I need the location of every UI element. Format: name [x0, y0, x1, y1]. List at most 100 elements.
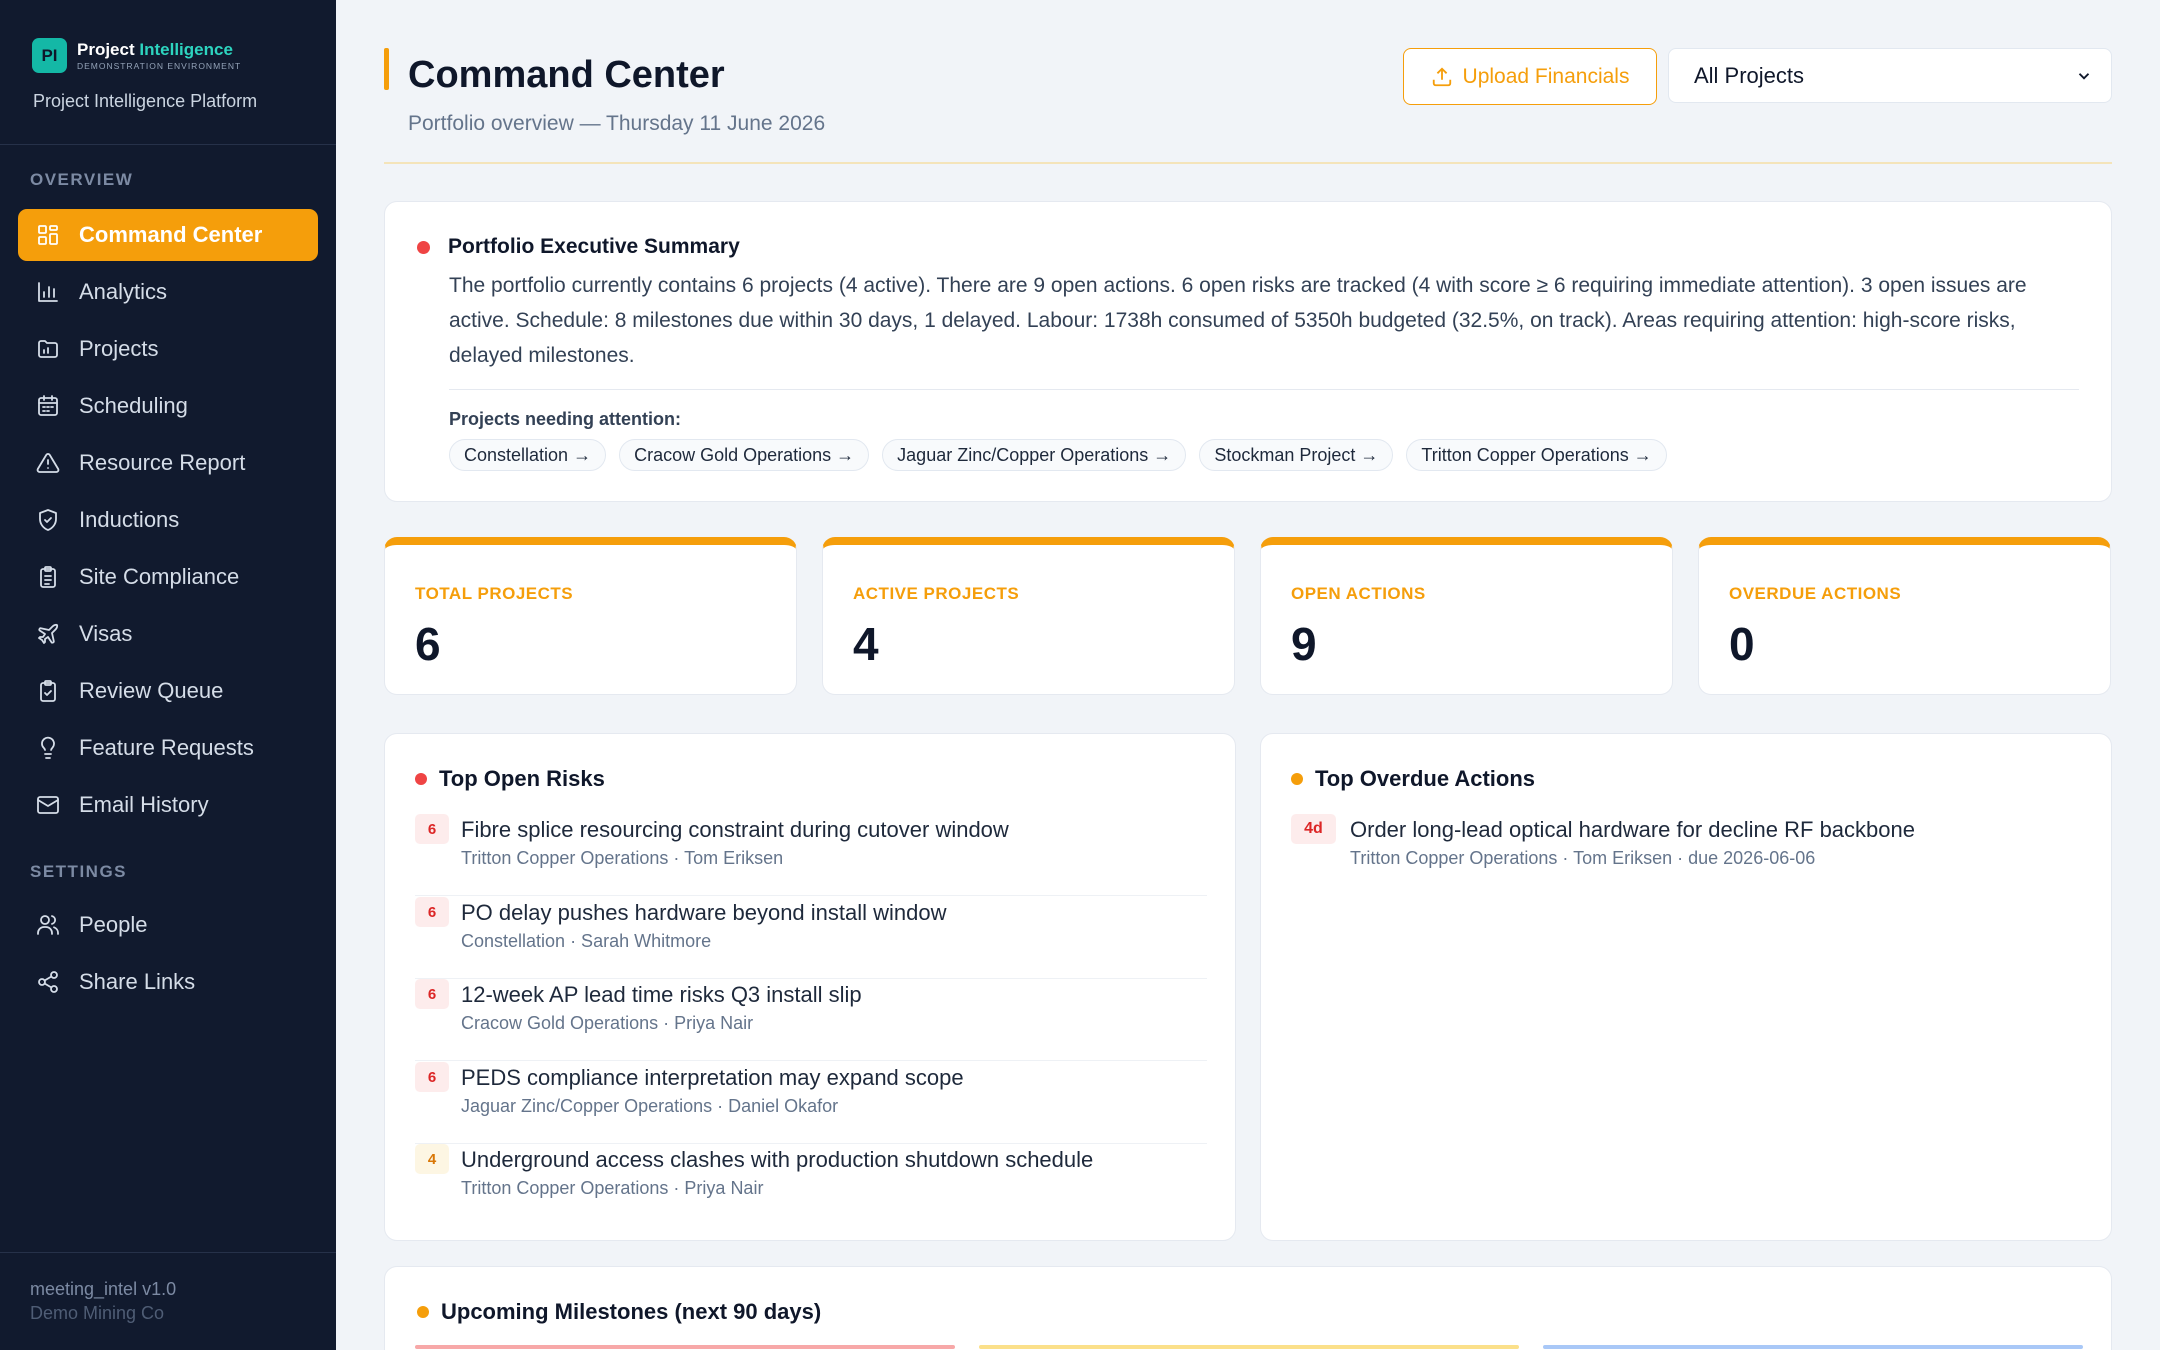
sidebar-item-resource-report[interactable]: Resource Report: [18, 437, 318, 489]
upload-financials-button[interactable]: Upload Financials: [1403, 48, 1657, 105]
sidebar-item-analytics[interactable]: Analytics: [18, 266, 318, 318]
sidebar-item-label: Projects: [79, 336, 159, 361]
sidebar-item-people[interactable]: People: [18, 899, 318, 951]
users-icon: [36, 913, 60, 937]
project-chip-tritton[interactable]: Tritton Copper Operations →: [1406, 439, 1667, 471]
sidebar-item-label: Share Links: [79, 969, 196, 994]
milestone-column-bar: [979, 1345, 1519, 1349]
clipboard-check-icon: [36, 679, 60, 703]
upcoming-milestones-heading: Upcoming Milestones (next 90 days): [441, 1299, 822, 1324]
sidebar-item-share-links[interactable]: Share Links: [18, 956, 318, 1008]
sidebar-item-projects[interactable]: Projects: [18, 323, 318, 375]
stat-value: 0: [1729, 618, 1755, 670]
brand[interactable]: PI Project Intelligence DEMONSTRATION EN…: [32, 38, 241, 73]
risk-title: Underground access clashes with producti…: [461, 1147, 1094, 1172]
executive-summary-title: Portfolio Executive Summary: [417, 235, 740, 259]
sidebar-item-inductions[interactable]: Inductions: [18, 494, 318, 546]
app-version: meeting_intel v1.0: [30, 1279, 177, 1299]
risk-score-badge: 4: [415, 1144, 449, 1174]
sidebar-item-site-compliance[interactable]: Site Compliance: [18, 551, 318, 603]
risk-score-badge: 6: [415, 897, 449, 927]
attention-label: Projects needing attention:: [449, 409, 682, 429]
stat-open-actions[interactable]: OPEN ACTIONS 9: [1260, 537, 1673, 695]
risk-score-badge: 6: [415, 814, 449, 844]
sidebar-item-label: People: [79, 912, 148, 937]
brand-name-part1: Project: [77, 39, 135, 59]
page-subtitle: Portfolio overview — Thursday 11 June 20…: [408, 112, 826, 135]
risk-item[interactable]: 6 PO delay pushes hardware beyond instal…: [415, 897, 1207, 979]
action-meta: Tritton Copper Operations · Tom Eriksen …: [1350, 848, 1816, 868]
upload-financials-label: Upload Financials: [1462, 64, 1630, 88]
stat-total-projects[interactable]: TOTAL PROJECTS 6: [384, 537, 797, 695]
risk-title: PO delay pushes hardware beyond install …: [461, 900, 947, 925]
top-overdue-actions-heading: Top Overdue Actions: [1315, 766, 1536, 791]
page-title: Command Center: [408, 54, 725, 96]
top-open-risks-title: Top Open Risks: [415, 766, 605, 792]
sidebar-item-label: Feature Requests: [79, 735, 254, 760]
share-icon: [36, 970, 60, 994]
stat-label: ACTIVE PROJECTS: [853, 584, 1020, 603]
overdue-action-item[interactable]: 4d Order long-lead optical hardware for …: [1291, 814, 2083, 896]
risk-item[interactable]: 4 Underground access clashes with produc…: [415, 1144, 1207, 1226]
sidebar-item-label: Command Center: [79, 222, 263, 247]
sidebar: PI Project Intelligence DEMONSTRATION EN…: [0, 0, 336, 1350]
risk-score-badge: 6: [415, 979, 449, 1009]
risk-item[interactable]: 6 Fibre splice resourcing constraint dur…: [415, 814, 1207, 896]
overdue-days-badge: 4d: [1291, 814, 1336, 844]
lightbulb-icon: [36, 736, 60, 760]
company-name: Demo Mining Co: [30, 1303, 165, 1323]
brand-logo: PI: [32, 38, 67, 73]
project-filter-value: All Projects: [1694, 62, 1805, 88]
sidebar-item-label: Visas: [79, 621, 133, 646]
project-chip-stockman[interactable]: Stockman Project →: [1199, 439, 1394, 471]
folder-icon: [36, 337, 60, 361]
sidebar-item-visas[interactable]: Visas: [18, 608, 318, 660]
project-chip-cracow[interactable]: Cracow Gold Operations →: [619, 439, 870, 471]
risk-meta: Constellation · Sarah Whitmore: [461, 931, 712, 951]
attention-projects: Constellation → Cracow Gold Operations →…: [449, 439, 1680, 471]
sidebar-item-feature-requests[interactable]: Feature Requests: [18, 722, 318, 774]
chevron-down-icon: [2078, 72, 2090, 80]
brand-name: Project Intelligence: [77, 41, 241, 58]
risk-title: 12-week AP lead time risks Q3 install sl…: [461, 982, 862, 1007]
stat-label: OPEN ACTIONS: [1291, 584, 1426, 603]
clipboard-icon: [36, 565, 60, 589]
project-chip-jaguar[interactable]: Jaguar Zinc/Copper Operations →: [882, 439, 1187, 471]
header-divider: [384, 162, 2112, 164]
status-dot-icon: [417, 1306, 429, 1318]
risk-meta: Cracow Gold Operations · Priya Nair: [461, 1013, 754, 1033]
sidebar-item-review-queue[interactable]: Review Queue: [18, 665, 318, 717]
sidebar-item-label: Inductions: [79, 507, 180, 532]
warning-triangle-icon: [36, 451, 60, 475]
risk-item[interactable]: 6 12-week AP lead time risks Q3 install …: [415, 979, 1207, 1061]
stat-value: 6: [415, 618, 441, 670]
executive-summary-text: The portfolio currently contains 6 proje…: [449, 274, 2027, 367]
stat-active-projects[interactable]: ACTIVE PROJECTS 4: [822, 537, 1235, 695]
stat-label: OVERDUE ACTIONS: [1729, 584, 1902, 603]
project-filter-select[interactable]: All Projects: [1668, 48, 2112, 103]
sidebar-section-overview: OVERVIEW: [30, 170, 134, 189]
calendar-icon: [36, 394, 60, 418]
dashboard-icon: [36, 223, 60, 247]
risk-meta: Tritton Copper Operations · Tom Eriksen: [461, 848, 784, 868]
executive-summary-card: Portfolio Executive Summary The portfoli…: [384, 201, 2112, 502]
sidebar-item-email-history[interactable]: Email History: [18, 779, 318, 831]
top-open-risks-heading: Top Open Risks: [439, 766, 605, 791]
action-title: Order long-lead optical hardware for dec…: [1350, 817, 1915, 842]
platform-name: Project Intelligence Platform: [33, 91, 258, 111]
status-dot-icon: [415, 773, 427, 785]
sidebar-item-label: Email History: [79, 792, 209, 817]
sidebar-item-label: Scheduling: [79, 393, 188, 418]
risk-item[interactable]: 6 PEDS compliance interpretation may exp…: [415, 1062, 1207, 1144]
executive-summary-heading: Portfolio Executive Summary: [448, 235, 740, 258]
stat-value: 9: [1291, 618, 1317, 670]
risk-title: Fibre splice resourcing constraint durin…: [461, 817, 1009, 842]
sidebar-item-command-center[interactable]: Command Center: [18, 209, 318, 261]
plane-icon: [36, 622, 60, 646]
upcoming-milestones-card: Upcoming Milestones (next 90 days): [384, 1266, 2112, 1350]
brand-environment: DEMONSTRATION ENVIRONMENT: [77, 60, 242, 71]
project-chip-constellation[interactable]: Constellation →: [449, 439, 607, 471]
top-open-risks-panel: Top Open Risks 6 Fibre splice resourcing…: [384, 733, 1236, 1241]
sidebar-item-scheduling[interactable]: Scheduling: [18, 380, 318, 432]
stat-overdue-actions[interactable]: OVERDUE ACTIONS 0: [1698, 537, 2111, 695]
